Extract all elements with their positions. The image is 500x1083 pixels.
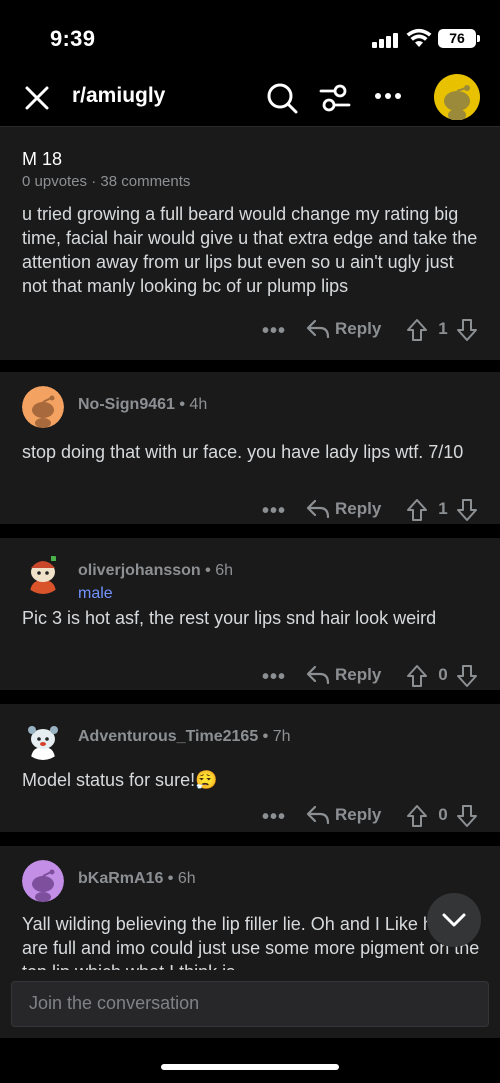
author-name[interactable]: bKaRmA16 • 6h bbox=[78, 870, 196, 888]
post-meta: 0 upvotes · 38 comments bbox=[22, 173, 191, 190]
author-name[interactable]: oliverjohansson • 6h bbox=[78, 562, 233, 580]
comment-actions: ••• Reply 1 bbox=[262, 316, 482, 344]
clock: 9:39 bbox=[50, 26, 96, 51]
next-comment-button[interactable] bbox=[427, 893, 481, 947]
upvote-icon[interactable] bbox=[406, 664, 428, 688]
comment-author-row: Adventurous_Time2165 • 7h bbox=[22, 718, 482, 760]
author-avatar[interactable] bbox=[22, 860, 64, 902]
chevron-down-icon bbox=[442, 913, 466, 927]
vote-count: 0 bbox=[438, 805, 448, 824]
battery-icon: 76 bbox=[438, 29, 476, 48]
comment: bKaRmA16 • 6h Yall wilding believing the… bbox=[0, 846, 500, 970]
top-navigation: r/amiugly bbox=[0, 72, 500, 126]
vote-count: 0 bbox=[438, 665, 448, 684]
status-bar: 9:39 76 bbox=[0, 0, 500, 72]
comment-author-row: bKaRmA16 • 6h bbox=[22, 860, 482, 902]
more-icon[interactable]: ••• bbox=[262, 320, 286, 343]
more-icon[interactable]: ••• bbox=[262, 666, 286, 689]
reply-button[interactable]: Reply bbox=[335, 805, 381, 825]
comment: oliverjohansson • 6h male Pic 3 is hot a… bbox=[0, 538, 500, 690]
composer-bar: Join the conversation bbox=[0, 970, 500, 1038]
upvote-icon[interactable] bbox=[406, 318, 428, 342]
author-avatar[interactable] bbox=[22, 386, 64, 428]
reply-button[interactable]: Reply bbox=[335, 319, 381, 339]
cellular-signal-icon bbox=[372, 32, 400, 48]
user-flair: male bbox=[78, 585, 113, 602]
comment-actions: ••• Reply 0 bbox=[262, 662, 482, 690]
comment-list[interactable]: u tried growing a full beard would chang… bbox=[0, 204, 500, 970]
comment-body: u tried growing a full beard would chang… bbox=[22, 204, 478, 296]
reply-icon[interactable] bbox=[306, 664, 330, 686]
more-icon[interactable]: ••• bbox=[262, 806, 286, 829]
reply-icon[interactable] bbox=[306, 804, 330, 826]
reply-icon[interactable] bbox=[306, 318, 330, 340]
comment-body: Model status for sure!😮‍💨 bbox=[22, 770, 218, 790]
comment-body: Yall wilding believing the lip filler li… bbox=[22, 914, 480, 970]
comment-author-row: oliverjohansson • 6h male bbox=[22, 552, 482, 602]
upvote-icon[interactable] bbox=[406, 804, 428, 828]
upvote-icon[interactable] bbox=[406, 498, 428, 522]
home-indicator[interactable] bbox=[161, 1064, 339, 1070]
post-header[interactable]: M 18 0 upvotes · 38 comments bbox=[0, 126, 500, 204]
wifi-icon bbox=[406, 28, 432, 47]
subreddit-title[interactable]: r/amiugly bbox=[72, 84, 165, 108]
reply-button[interactable]: Reply bbox=[335, 499, 381, 519]
author-name[interactable]: Adventurous_Time2165 • 7h bbox=[78, 728, 291, 746]
post-title: M 18 bbox=[22, 149, 63, 169]
author-avatar[interactable] bbox=[22, 552, 64, 594]
filter-icon[interactable] bbox=[319, 82, 351, 114]
downvote-icon[interactable] bbox=[456, 804, 478, 828]
comment-body: stop doing that with ur face. you have l… bbox=[22, 442, 464, 462]
user-avatar[interactable] bbox=[434, 74, 480, 120]
comment: Adventurous_Time2165 • 7h Model status f… bbox=[0, 704, 500, 832]
home-indicator-area bbox=[0, 1038, 500, 1083]
comment-actions: ••• Reply 1 bbox=[262, 496, 482, 524]
comment: No-Sign9461 • 4h stop doing that with ur… bbox=[0, 372, 500, 524]
search-icon[interactable] bbox=[266, 82, 298, 114]
author-name[interactable]: No-Sign9461 • 4h bbox=[78, 396, 207, 414]
close-icon[interactable] bbox=[24, 85, 50, 111]
vote-count: 1 bbox=[438, 319, 448, 338]
downvote-icon[interactable] bbox=[456, 318, 478, 342]
battery-cap bbox=[477, 35, 480, 42]
comment-author-row: No-Sign9461 • 4h bbox=[22, 386, 482, 428]
downvote-icon[interactable] bbox=[456, 664, 478, 688]
downvote-icon[interactable] bbox=[456, 498, 478, 522]
author-avatar[interactable] bbox=[22, 718, 64, 760]
comment: u tried growing a full beard would chang… bbox=[0, 204, 500, 360]
more-options-icon[interactable] bbox=[374, 90, 402, 106]
vote-count: 1 bbox=[438, 499, 448, 518]
comment-body: Pic 3 is hot asf, the rest your lips snd… bbox=[22, 608, 437, 628]
reply-button[interactable]: Reply bbox=[335, 665, 381, 685]
more-icon[interactable]: ••• bbox=[262, 500, 286, 523]
reply-icon[interactable] bbox=[306, 498, 330, 520]
join-conversation-input[interactable]: Join the conversation bbox=[11, 981, 489, 1027]
comment-actions: ••• Reply 0 bbox=[262, 802, 482, 830]
